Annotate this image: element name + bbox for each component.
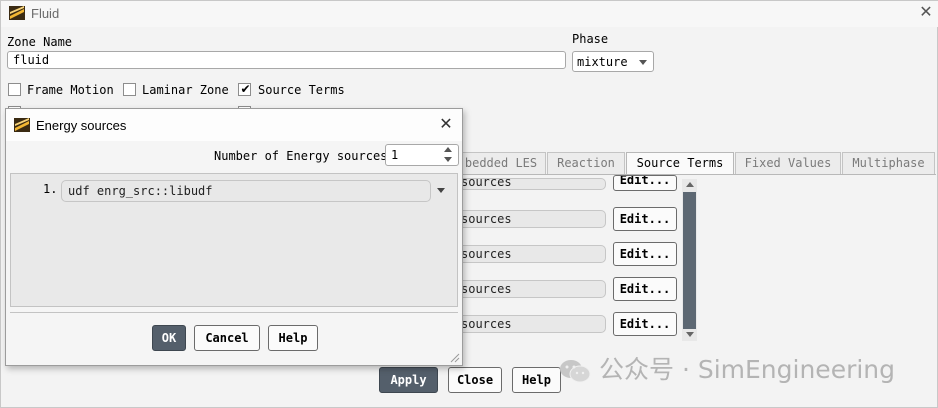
ok-button[interactable]: OK [152,325,186,351]
spin-down-icon[interactable] [444,157,452,162]
resize-grip-icon[interactable] [450,353,460,363]
energy-sources-list: 1. udf enrg_src::libudf [10,173,458,307]
source-field[interactable]: sources [456,315,606,333]
chevron-down-icon[interactable] [437,188,445,193]
source-terms-label: Source Terms [258,83,345,97]
close-button[interactable]: Close [448,367,502,393]
watermark-label: 公众号 · SimEngineering [599,355,896,384]
window-title: Fluid [31,6,60,21]
close-icon[interactable]: ✕ [916,3,936,23]
source-terms-checkbox[interactable]: ✔ [238,83,251,96]
fluent-logo-icon [14,118,30,132]
laminar-zone-checkbox[interactable] [123,83,136,96]
edit-button[interactable]: Edit... [613,312,677,336]
source-field[interactable]: sources [456,280,606,298]
dialog-title: Energy sources [36,118,127,133]
frame-motion-label: Frame Motion [27,83,114,97]
tab-reaction[interactable]: Reaction [547,152,625,174]
tab-fixed-values[interactable]: Fixed Values [735,152,841,174]
help-button[interactable]: Help [512,367,561,393]
chevron-down-icon [639,60,647,65]
tab-divider [456,174,936,175]
zone-name-label: Zone Name [7,35,73,49]
edit-button[interactable]: Edit... [613,207,677,231]
entry-index: 1. [43,182,58,196]
scroll-thumb[interactable] [683,192,696,329]
watermark-text: 公众号 · SimEngineering [555,352,925,388]
energy-source-field[interactable]: udf enrg_src::libudf [61,180,431,202]
source-field[interactable]: sources [456,178,606,190]
tab-source-terms[interactable]: Source Terms [626,152,734,175]
frame-motion-checkbox[interactable] [8,83,21,96]
edit-button[interactable]: Edit... [613,277,677,301]
source-field[interactable]: sources [456,210,606,228]
phase-dropdown[interactable]: mixture [572,51,654,72]
tab-embedded-les[interactable]: bedded LES [456,152,546,174]
close-icon[interactable]: ✕ [436,115,456,135]
check-icon: ✔ [240,82,251,96]
dialog-divider [10,312,458,313]
phase-label: Phase [572,32,609,46]
scroll-up-icon[interactable] [686,182,694,187]
apply-button[interactable]: Apply [379,367,438,393]
fluent-logo-icon [9,6,25,20]
energy-count-value: 1 [391,148,399,162]
tab-multiphase[interactable]: Multiphase [842,152,935,174]
phase-value: mixture [577,55,628,69]
laminar-zone-label: Laminar Zone [142,83,229,97]
energy-count-label: Number of Energy sources [214,149,388,163]
help-button[interactable]: Help [268,325,318,351]
source-field[interactable]: sources [456,245,606,263]
dialog-titlebar: Energy sources ✕ [6,109,462,141]
window-titlebar: Fluid ✕ [1,1,938,27]
edit-button[interactable]: Edit... [613,175,677,191]
spin-up-icon[interactable] [444,147,452,152]
edit-button[interactable]: Edit... [613,242,677,266]
scroll-down-icon[interactable] [686,332,694,337]
zone-name-input[interactable]: fluid [7,51,566,69]
energy-sources-dialog: Energy sources ✕ Number of Energy source… [5,108,463,366]
cancel-button[interactable]: Cancel [194,325,260,351]
